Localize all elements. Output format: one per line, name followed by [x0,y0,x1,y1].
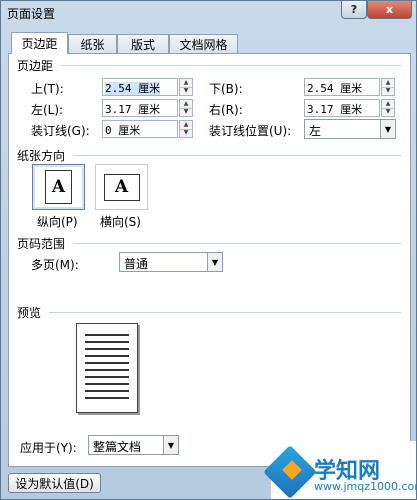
right-margin-spinner[interactable]: ▲ ▼ [381,99,395,117]
spin-down-icon[interactable]: ▼ [382,86,394,96]
bottom-margin-label: 下(B): [209,82,243,96]
preview-text-line [85,397,129,399]
spin-down-icon[interactable]: ▼ [180,86,192,96]
divider [73,243,401,244]
spin-up-icon[interactable]: ▲ [180,79,192,87]
spin-down-icon[interactable]: ▼ [180,107,192,117]
spin-up-icon[interactable]: ▲ [180,121,192,129]
right-margin-input[interactable]: 3.17 厘米 [304,99,380,117]
portrait-page-icon: A [45,170,72,204]
top-margin-input[interactable]: 2.54 厘米 [102,78,178,96]
help-icon: ? [350,3,358,16]
tab-label: 纸张 [80,38,105,52]
title-bar: 页面设置 ? x [1,1,416,25]
right-margin-label: 右(R): [209,103,243,117]
preview-text-line [85,383,129,385]
multiple-pages-label: 多页(M): [31,258,79,272]
tab-document-grid[interactable]: 文档网格 [169,34,238,54]
left-margin-input[interactable]: 3.17 厘米 [102,99,178,117]
page-setup-dialog: 页面设置 ? x 页边距 纸张 版式 文档网格 页边距 上(T): 2.54 厘… [0,0,417,500]
gutter-label: 装订线(G): [31,124,90,138]
close-button[interactable]: x [367,1,412,19]
landscape-page-icon: A [103,173,140,201]
chevron-down-icon[interactable]: ▼ [380,120,395,138]
apply-to-label: 应用于(Y): [20,441,77,455]
preview-text-line [85,334,129,336]
tab-layout[interactable]: 版式 [117,34,169,54]
landscape-label[interactable]: 横向(S) [100,213,141,230]
portrait-option[interactable]: A [32,164,85,210]
apply-to-select[interactable]: 整篇文档 ▼ [88,435,179,455]
help-button[interactable]: ? [341,1,367,19]
divider [61,65,401,66]
bottom-margin-spinner[interactable]: ▲ ▼ [381,78,395,96]
preview-section-title: 预览 [17,306,42,320]
gutter-input[interactable]: 0 厘米 [102,120,178,138]
preview-text-line [85,369,129,371]
left-margin-label: 左(L): [31,103,64,117]
divider [49,312,401,313]
tab-label: 版式 [130,38,155,52]
preview-text-line [85,390,129,392]
spin-up-icon[interactable]: ▲ [382,79,394,87]
spin-up-icon[interactable]: ▲ [180,100,192,108]
set-default-button[interactable]: 设为默认值(D) [8,473,101,493]
chevron-down-icon[interactable]: ▼ [207,253,222,271]
top-margin-label: 上(T): [31,82,64,96]
window-title: 页面设置 [7,7,56,21]
preview-text-line [85,341,129,343]
landscape-option[interactable]: A [95,164,148,210]
close-icon: x [385,3,394,16]
tab-margins[interactable]: 页边距 [11,32,68,54]
spin-down-icon[interactable]: ▼ [180,128,192,138]
gutter-spinner[interactable]: ▲ ▼ [179,120,193,138]
margins-section-title: 页边距 [17,59,54,73]
multiple-pages-select[interactable]: 普通 ▼ [119,252,223,272]
divider [73,155,401,156]
orientation-section-title: 纸张方向 [17,149,66,163]
tab-label: 页边距 [21,37,58,51]
tab-label: 文档网格 [179,38,228,52]
spin-up-icon[interactable]: ▲ [382,100,394,108]
spin-down-icon[interactable]: ▼ [382,107,394,117]
chevron-down-icon[interactable]: ▼ [163,436,178,454]
watermark-url: www.jmqz1000.com [314,480,417,493]
preview-page [76,323,138,413]
gutter-position-select[interactable]: 左 ▼ [304,119,396,139]
preview-text-line [85,348,129,350]
left-margin-spinner[interactable]: ▲ ▼ [179,99,193,117]
preview-text-line [85,376,129,378]
pages-section-title: 页码范围 [17,237,66,251]
bottom-margin-input[interactable]: 2.54 厘米 [304,78,380,96]
preview-text-line [85,355,129,357]
gutter-position-label: 装订线位置(U): [209,124,292,138]
portrait-label[interactable]: 纵向(P) [37,213,78,230]
preview-text-line [85,362,129,364]
top-margin-spinner[interactable]: ▲ ▼ [179,78,193,96]
tab-paper[interactable]: 纸张 [68,34,117,54]
